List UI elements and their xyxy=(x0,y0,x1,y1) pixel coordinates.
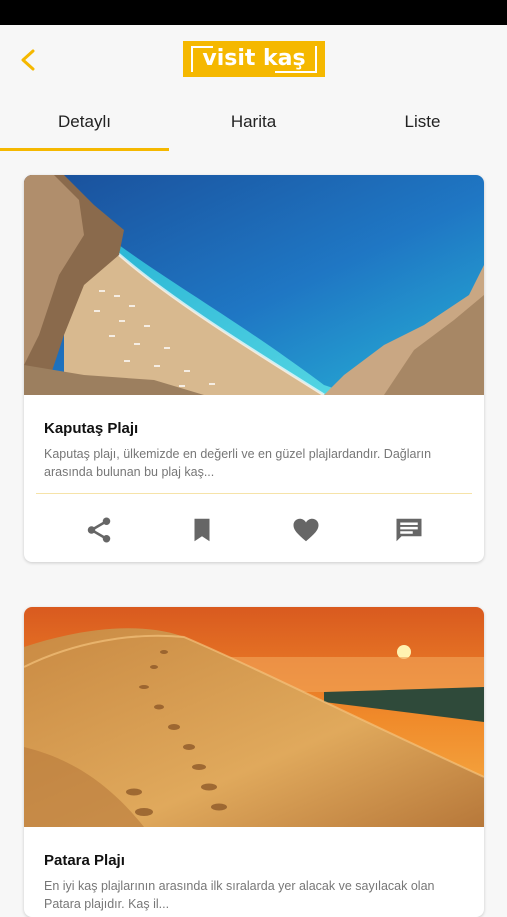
chevron-left-icon xyxy=(21,49,35,71)
share-button[interactable] xyxy=(84,515,114,545)
comment-icon xyxy=(396,518,422,542)
tab-detayli[interactable]: Detaylı xyxy=(0,97,169,153)
app-logo: visit kaş xyxy=(183,41,325,77)
place-description: Kaputaş plajı, ülkemizde en değerli ve e… xyxy=(44,447,432,479)
favorite-button[interactable] xyxy=(291,515,321,545)
tab-liste[interactable]: Liste xyxy=(338,97,507,153)
comment-button[interactable] xyxy=(394,515,424,545)
place-card[interactable]: Kaputaş Plajı Kaputaş plajı, ülkemizde e… xyxy=(24,175,484,562)
tab-harita[interactable]: Harita xyxy=(169,97,338,153)
logo-text: visit kaş xyxy=(202,46,306,71)
place-description: En iyi kaş plajlarının arasında ilk sıra… xyxy=(44,879,435,911)
back-button[interactable] xyxy=(14,45,44,75)
card-divider xyxy=(36,493,472,494)
place-photo xyxy=(24,607,484,827)
share-icon xyxy=(87,517,111,543)
tab-bar: Detaylı Harita Liste xyxy=(0,97,507,153)
place-title: Kaputaş Plajı xyxy=(44,420,139,437)
heart-icon xyxy=(293,518,319,542)
place-card[interactable]: Patara Plajı En iyi kaş plajlarının aras… xyxy=(24,607,484,917)
status-bar xyxy=(0,0,507,25)
place-photo xyxy=(24,175,484,395)
app-bar: visit kaş xyxy=(0,25,507,97)
bookmark-button[interactable] xyxy=(187,515,217,545)
place-title: Patara Plajı xyxy=(44,852,125,869)
bookmark-icon xyxy=(194,518,210,542)
